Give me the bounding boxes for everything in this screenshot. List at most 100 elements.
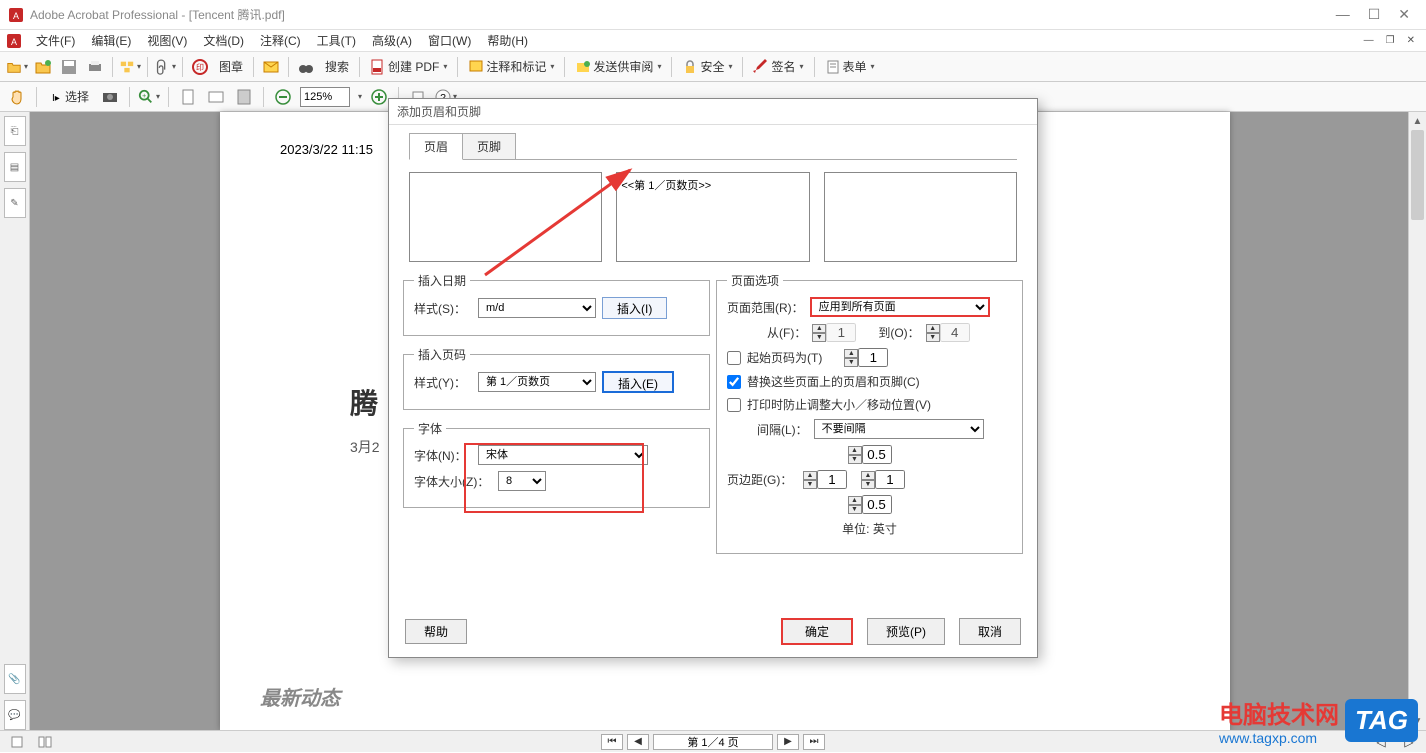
tab-header[interactable]: 页眉 bbox=[409, 133, 463, 160]
zoom-dropdown[interactable]: ▾ bbox=[358, 92, 362, 101]
cancel-button[interactable]: 取消 bbox=[959, 618, 1021, 645]
font-size-label: 字体大小(Z)： bbox=[414, 473, 492, 490]
zoom-out-icon[interactable] bbox=[272, 86, 294, 108]
search-button[interactable]: 搜索 bbox=[321, 56, 353, 77]
pages-tab[interactable]: ▤ bbox=[4, 152, 26, 182]
attach-icon[interactable]: ▾ bbox=[154, 56, 176, 78]
create-pdf-button[interactable]: 创建 PDF▾ bbox=[366, 56, 451, 77]
hand-tool-icon[interactable] bbox=[6, 86, 28, 108]
text-select-icon: I▸ bbox=[49, 90, 63, 104]
bookmarks-tab[interactable]: ⎗ bbox=[4, 116, 26, 146]
next-page-button[interactable]: ▶ bbox=[777, 734, 799, 750]
menu-document[interactable]: 文档(D) bbox=[197, 30, 250, 51]
mail-icon[interactable] bbox=[260, 56, 282, 78]
menu-help[interactable]: 帮助(H) bbox=[481, 30, 534, 51]
insert-date-button[interactable]: 插入(I) bbox=[602, 297, 667, 319]
insert-page-button[interactable]: 插入(E) bbox=[602, 371, 674, 393]
scroll-thumb[interactable] bbox=[1411, 130, 1424, 220]
page-layout-icon[interactable] bbox=[6, 731, 28, 753]
last-page-button[interactable]: ⏭ bbox=[803, 734, 825, 750]
save-icon[interactable] bbox=[58, 56, 80, 78]
vertical-scrollbar[interactable]: ▲ ▼ bbox=[1408, 112, 1426, 730]
scroll-track[interactable] bbox=[1409, 130, 1426, 712]
margin-top-spinner[interactable]: ▲▼ bbox=[848, 445, 892, 464]
pdf-icon: A bbox=[8, 7, 24, 23]
close-button[interactable]: ✕ bbox=[1398, 6, 1410, 23]
menu-tools[interactable]: 工具(T) bbox=[311, 30, 362, 51]
signatures-tab[interactable]: ✎ bbox=[4, 188, 26, 218]
start-page-spinner[interactable]: ▲▼ bbox=[844, 348, 888, 367]
sign-button[interactable]: 签名▾ bbox=[749, 56, 807, 77]
binoculars-icon[interactable] bbox=[295, 56, 317, 78]
menu-edit[interactable]: 编辑(E) bbox=[85, 30, 137, 51]
security-button[interactable]: 安全▾ bbox=[678, 56, 736, 77]
first-page-button[interactable]: ⏮ bbox=[601, 734, 623, 750]
page-date-partial: 3月2 bbox=[350, 437, 380, 457]
comments-tab[interactable]: 💬 bbox=[4, 700, 26, 730]
snapshot-icon[interactable] bbox=[99, 86, 121, 108]
font-select[interactable]: 宋体 bbox=[478, 445, 648, 465]
select-tool-button[interactable]: I▸选择 bbox=[45, 86, 93, 107]
fit-width-icon[interactable] bbox=[205, 86, 227, 108]
svg-text:A: A bbox=[11, 37, 17, 47]
navigation-panel: ⎗ ▤ ✎ 📎 💬 bbox=[0, 112, 30, 730]
ok-button[interactable]: 确定 bbox=[781, 618, 853, 645]
replace-checkbox[interactable] bbox=[727, 375, 741, 389]
header-left-input[interactable] bbox=[409, 172, 602, 262]
folder-plus-icon[interactable] bbox=[32, 56, 54, 78]
minimize-button[interactable]: ― bbox=[1336, 6, 1350, 23]
zoom-input[interactable] bbox=[300, 87, 350, 107]
replace-label: 替换这些页面上的页眉和页脚(C) bbox=[747, 373, 920, 390]
mdi-minimize[interactable]: ― bbox=[1359, 35, 1379, 46]
from-label: 从(F)： bbox=[767, 324, 806, 341]
menu-file[interactable]: 文件(F) bbox=[30, 30, 81, 51]
page-layout2-icon[interactable] bbox=[34, 731, 56, 753]
fit-page-icon[interactable] bbox=[177, 86, 199, 108]
pdf-icon bbox=[370, 59, 386, 75]
to-spinner[interactable]: ▲▼ bbox=[926, 323, 970, 342]
forms-button[interactable]: 表单▾ bbox=[821, 56, 879, 77]
print-icon[interactable] bbox=[84, 56, 106, 78]
maximize-button[interactable]: ☐ bbox=[1368, 6, 1381, 23]
start-page-checkbox[interactable] bbox=[727, 351, 741, 365]
page-range-select[interactable]: 应用到所有页面 bbox=[810, 297, 990, 317]
margin-bottom-spinner[interactable]: ▲▼ bbox=[848, 495, 892, 514]
open-icon[interactable]: ▾ bbox=[6, 56, 28, 78]
margin-left-spinner[interactable]: ▲▼ bbox=[803, 470, 847, 489]
date-style-select[interactable]: m/d bbox=[478, 298, 596, 318]
header-fields: <<第 1／页数页>> bbox=[409, 172, 1017, 262]
zoom-tool-icon[interactable]: +▾ bbox=[138, 86, 160, 108]
attachments-tab[interactable]: 📎 bbox=[4, 664, 26, 694]
stamp-icon[interactable]: 印 bbox=[189, 56, 211, 78]
menu-comment[interactable]: 注释(C) bbox=[254, 30, 307, 51]
menu-window[interactable]: 窗口(W) bbox=[422, 30, 477, 51]
menu-advanced[interactable]: 高级(A) bbox=[366, 30, 418, 51]
tab-footer[interactable]: 页脚 bbox=[462, 133, 516, 160]
window-title: Adobe Acrobat Professional - [Tencent 腾讯… bbox=[30, 6, 1336, 23]
zoom-in-icon[interactable] bbox=[368, 86, 390, 108]
organize-icon[interactable]: ▾ bbox=[119, 56, 141, 78]
page-number-field[interactable] bbox=[653, 734, 773, 750]
menu-view[interactable]: 视图(V) bbox=[141, 30, 193, 51]
from-spinner[interactable]: ▲▼ bbox=[812, 323, 856, 342]
header-right-input[interactable] bbox=[824, 172, 1017, 262]
preview-button[interactable]: 预览(P) bbox=[867, 618, 945, 645]
dialog-footer: 帮助 确定 预览(P) 取消 bbox=[405, 618, 1021, 645]
font-size-select[interactable]: 8 bbox=[498, 471, 546, 491]
mdi-close[interactable]: ✕ bbox=[1402, 35, 1420, 46]
actual-size-icon[interactable] bbox=[233, 86, 255, 108]
style-s-label: 样式(S)： bbox=[414, 300, 472, 317]
send-review-button[interactable]: 发送供审阅▾ bbox=[571, 56, 665, 77]
header-center-input[interactable]: <<第 1／页数页>> bbox=[616, 172, 809, 262]
page-style-select[interactable]: 第 1／页数页 bbox=[478, 372, 596, 392]
margin-right-spinner[interactable]: ▲▼ bbox=[861, 470, 905, 489]
stamp-button[interactable]: 图章 bbox=[215, 56, 247, 77]
prev-page-button[interactable]: ◀ bbox=[627, 734, 649, 750]
prevent-resize-checkbox[interactable] bbox=[727, 398, 741, 412]
annotate-button[interactable]: 注释和标记▾ bbox=[464, 56, 558, 77]
scroll-up-icon[interactable]: ▲ bbox=[1409, 112, 1426, 130]
spacing-select[interactable]: 不要间隔 bbox=[814, 419, 984, 439]
watermark-title: 电脑技术网 bbox=[1219, 695, 1339, 730]
help-button[interactable]: 帮助 bbox=[405, 619, 467, 644]
mdi-restore[interactable]: ❐ bbox=[1381, 35, 1400, 46]
